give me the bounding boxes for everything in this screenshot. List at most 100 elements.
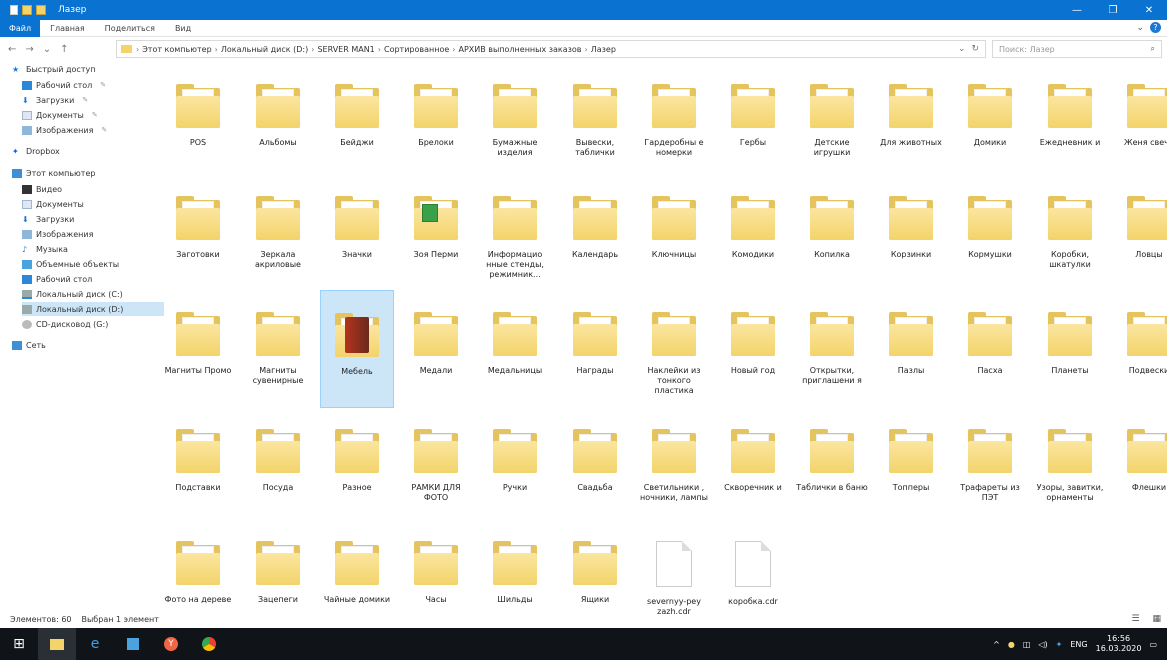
chrome-icon[interactable] xyxy=(190,628,228,660)
folder-item[interactable]: Альбомы xyxy=(241,62,315,180)
breadcrumb-separator[interactable]: › xyxy=(585,45,588,54)
folder-item[interactable]: Пазлы xyxy=(874,290,948,408)
folder-item[interactable]: Трафареты из ПЭТ xyxy=(953,407,1027,525)
minimize-button[interactable]: — xyxy=(1059,0,1095,20)
breadcrumb-disk-d[interactable]: Локальный диск (D:) xyxy=(221,45,308,54)
folder-item[interactable]: Для животных xyxy=(874,62,948,180)
view-toggle[interactable]: ☰ ▦ xyxy=(1122,614,1161,624)
language-indicator[interactable]: ENG xyxy=(1070,640,1087,649)
folder-item[interactable]: Магниты Промо xyxy=(161,290,235,408)
folder-item[interactable]: Флешки xyxy=(1112,407,1167,525)
sidebar-item-dropbox[interactable]: ✦ Dropbox xyxy=(12,144,154,158)
folder-item[interactable]: POS xyxy=(161,62,235,180)
folder-item[interactable]: Календарь xyxy=(558,174,632,292)
sidebar-item-documents-pc[interactable]: Документы xyxy=(22,197,164,211)
sidebar-item-disk-c[interactable]: Локальный диск (C:) xyxy=(22,287,164,301)
folder-item[interactable]: Зоя Перми xyxy=(399,174,473,292)
breadcrumb-separator[interactable]: › xyxy=(215,45,218,54)
folder-item[interactable]: Подставки xyxy=(161,407,235,525)
folder-item[interactable]: Пасха xyxy=(953,290,1027,408)
folder-item[interactable]: РАМКИ ДЛЯ ФОТО xyxy=(399,407,473,525)
notifications-icon[interactable]: ▭ xyxy=(1149,640,1157,649)
breadcrumb-server[interactable]: SERVER MAN1 xyxy=(317,45,374,54)
folder-item[interactable]: Медали xyxy=(399,290,473,408)
refresh-icon[interactable]: ↻ xyxy=(971,44,979,54)
sidebar-item-cd-drive[interactable]: CD-дисковод (G:) xyxy=(22,317,164,331)
store-icon[interactable] xyxy=(114,628,152,660)
recent-chevron-icon[interactable]: ⌄ xyxy=(43,44,51,55)
folder-item[interactable]: Корзинки xyxy=(874,174,948,292)
edge-browser-icon[interactable]: e xyxy=(76,628,114,660)
folder-item[interactable]: Скворечник и xyxy=(716,407,790,525)
close-button[interactable]: ✕ xyxy=(1131,0,1167,20)
sidebar-item-downloads[interactable]: ⬇ Загрузки ✎ xyxy=(22,93,164,107)
folder-item[interactable]: Зеркала акриловые xyxy=(241,174,315,292)
sidebar-item-network[interactable]: Сеть xyxy=(12,338,154,352)
folder-item[interactable]: Топперы xyxy=(874,407,948,525)
folder-item[interactable]: Гербы xyxy=(716,62,790,180)
folder-item[interactable]: Вывески, таблички xyxy=(558,62,632,180)
folder-item[interactable]: Копилка xyxy=(795,174,869,292)
sidebar-item-this-pc[interactable]: Этот компьютер xyxy=(12,166,154,180)
search-input[interactable]: Поиск: Лазер ⌕ xyxy=(992,40,1162,58)
folder-item[interactable]: Домики xyxy=(953,62,1027,180)
back-arrow-icon[interactable]: ← xyxy=(8,44,16,55)
up-arrow-icon[interactable]: ↑ xyxy=(60,44,68,55)
tray-app-icon[interactable]: ● xyxy=(1008,640,1015,649)
folder-item[interactable]: Бумажные изделия xyxy=(478,62,552,180)
sidebar-item-downloads-pc[interactable]: ⬇ Загрузки xyxy=(22,212,164,226)
sidebar-item-desktop-pc[interactable]: Рабочий стол xyxy=(22,272,164,286)
sidebar-item-quick-access[interactable]: ★ Быстрый доступ xyxy=(12,62,154,76)
folder-item[interactable]: Разное xyxy=(320,407,394,525)
tray-chevron-icon[interactable]: ^ xyxy=(993,640,1000,649)
new-folder-icon[interactable] xyxy=(36,5,46,15)
sidebar-item-pictures[interactable]: Изображения ✎ xyxy=(22,123,164,137)
folder-item[interactable]: Награды xyxy=(558,290,632,408)
volume-icon[interactable]: ◁) xyxy=(1038,640,1047,649)
address-bar[interactable]: › Этот компьютер › Локальный диск (D:) ›… xyxy=(116,40,986,58)
tab-home[interactable]: Главная xyxy=(40,24,95,33)
sidebar-item-documents[interactable]: Документы ✎ xyxy=(22,108,164,122)
sidebar-item-disk-d[interactable]: Локальный диск (D:) xyxy=(22,302,164,316)
tab-file[interactable]: Файл xyxy=(0,19,41,37)
folder-icon[interactable] xyxy=(22,5,32,15)
breadcrumb-laser[interactable]: Лазер xyxy=(591,45,616,54)
breadcrumb-separator[interactable]: › xyxy=(378,45,381,54)
folder-item[interactable]: Подвески xyxy=(1112,290,1167,408)
folder-item[interactable]: Медальницы xyxy=(478,290,552,408)
start-button[interactable]: ⊞ xyxy=(0,628,38,660)
breadcrumb-archive[interactable]: АРХИВ выполненных заказов xyxy=(458,45,581,54)
folder-item[interactable]: Кормушки xyxy=(953,174,1027,292)
folder-item[interactable]: Гардеробны е номерки xyxy=(637,62,711,180)
maximize-button[interactable]: ❐ xyxy=(1095,0,1131,20)
breadcrumb-separator[interactable]: › xyxy=(311,45,314,54)
folder-item[interactable]: Новый год xyxy=(716,290,790,408)
folder-item[interactable]: Ручки xyxy=(478,407,552,525)
forward-arrow-icon[interactable]: → xyxy=(25,44,33,55)
network-tray-icon[interactable]: ◫ xyxy=(1023,640,1031,649)
folder-item[interactable]: Светильники , ночники, лампы xyxy=(637,407,711,525)
folder-item[interactable]: Коробки, шкатулки xyxy=(1033,174,1107,292)
history-chevron-icon[interactable]: ⌄ xyxy=(958,44,966,54)
folder-item[interactable]: Значки xyxy=(320,174,394,292)
folder-item[interactable]: Наклейки из тонкого пластика xyxy=(637,290,711,408)
sidebar-item-3d-objects[interactable]: Объемные объекты xyxy=(22,257,164,271)
folder-item[interactable]: Заготовки xyxy=(161,174,235,292)
help-icon[interactable]: ? xyxy=(1150,22,1161,33)
folder-item[interactable]: Женя свечи xyxy=(1112,62,1167,180)
folder-item[interactable]: Мебель xyxy=(320,290,394,408)
folder-item[interactable]: Информацио нные стенды, режимник... xyxy=(478,174,552,292)
dropbox-tray-icon[interactable]: ✦ xyxy=(1056,640,1063,649)
folder-item[interactable]: Свадьба xyxy=(558,407,632,525)
tab-view[interactable]: Вид xyxy=(165,24,201,33)
sidebar-item-music[interactable]: ♪ Музыка xyxy=(22,242,164,256)
file-explorer-taskbar-icon[interactable] xyxy=(38,628,76,660)
sidebar-item-pictures-pc[interactable]: Изображения xyxy=(22,227,164,241)
details-view-icon[interactable]: ☰ xyxy=(1132,614,1140,624)
tab-share[interactable]: Поделиться xyxy=(95,24,165,33)
folder-item[interactable]: Узоры, завитки, орнаменты xyxy=(1033,407,1107,525)
folder-item[interactable]: Посуда xyxy=(241,407,315,525)
breadcrumb-separator[interactable]: › xyxy=(452,45,455,54)
sidebar-item-desktop[interactable]: Рабочий стол ✎ xyxy=(22,78,164,92)
folder-item[interactable]: Ключницы xyxy=(637,174,711,292)
